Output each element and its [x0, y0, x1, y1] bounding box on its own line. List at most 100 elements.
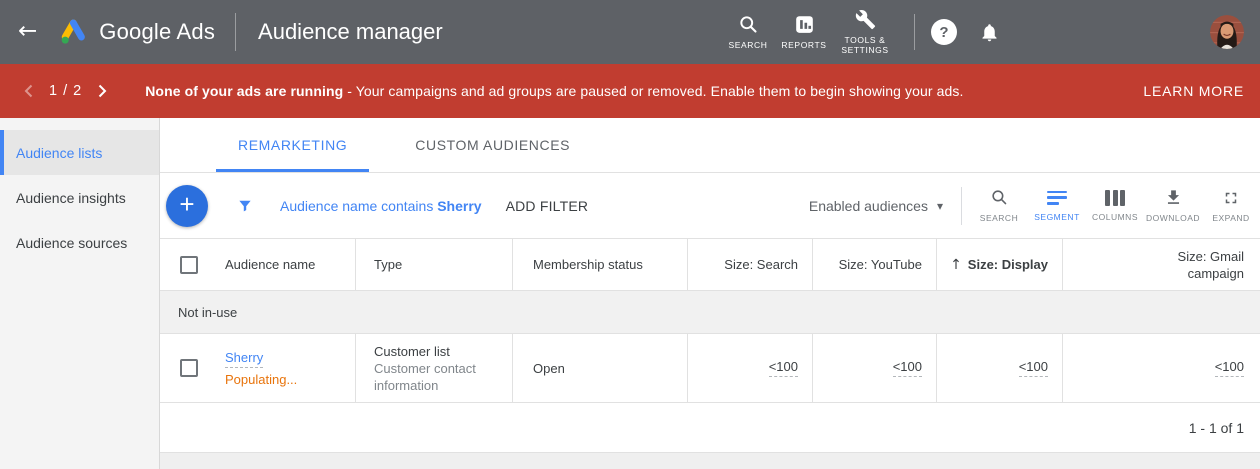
google-ads-logo-icon[interactable]: [57, 17, 89, 47]
column-header-size-search[interactable]: Size: Search: [688, 239, 813, 290]
page-background: [160, 453, 1260, 469]
columns-label: COLUMNS: [1092, 212, 1138, 222]
search-nav-button[interactable]: SEARCH: [720, 14, 776, 50]
main-panel: REMARKETING CUSTOM AUDIENCES + Audience …: [160, 118, 1260, 469]
pagination-label: 1 - 1 of 1: [1189, 420, 1244, 436]
toolbar-divider: [961, 187, 962, 225]
question-mark-icon: ?: [939, 24, 948, 41]
toolbar-right-group: Enabled audiences ▾ SEARCH SEGMENT: [809, 187, 1260, 225]
type-value: Customer list: [374, 343, 512, 360]
table-footer: 1 - 1 of 1: [160, 403, 1260, 453]
audience-view-value: Enabled audiences: [809, 198, 928, 214]
alert-message-body: - Your campaigns and ad groups are pause…: [343, 83, 963, 99]
search-icon: [990, 188, 1009, 207]
plus-icon: +: [179, 191, 194, 217]
back-arrow-icon[interactable]: ←: [18, 18, 49, 46]
column-label: Size: Gmail campaign: [1152, 248, 1244, 282]
columns-icon: [1105, 190, 1125, 206]
column-label: Membership status: [533, 257, 643, 272]
download-icon: [1164, 188, 1183, 207]
reports-nav-label: REPORTS: [781, 40, 826, 50]
select-all-checkbox[interactable]: [180, 256, 198, 274]
add-audience-button[interactable]: +: [166, 185, 208, 227]
cell-size-youtube: <100: [813, 334, 937, 402]
sidebar: Audience lists Audience insights Audienc…: [0, 118, 160, 469]
sidebar-item-label: Audience sources: [16, 235, 127, 251]
audience-name-link[interactable]: Sherry: [225, 350, 263, 368]
sidebar-item-audience-lists[interactable]: Audience lists: [0, 130, 159, 175]
google-ads-app: ← Google Ads Audience manager SEARCH: [0, 0, 1260, 469]
column-header-audience-name[interactable]: Audience name: [160, 239, 356, 290]
type-stack: Customer list Customer contact informati…: [374, 343, 512, 394]
column-label: Size: YouTube: [839, 257, 922, 272]
tab-custom-audiences[interactable]: CUSTOM AUDIENCES: [393, 118, 592, 172]
top-app-bar: ← Google Ads Audience manager SEARCH: [0, 0, 1260, 64]
expand-icon: [1222, 189, 1240, 207]
segment-label: SEGMENT: [1034, 212, 1080, 222]
sidebar-item-audience-sources[interactable]: Audience sources: [0, 220, 159, 265]
tab-bar: REMARKETING CUSTOM AUDIENCES: [160, 118, 1260, 173]
sidebar-item-label: Audience lists: [16, 145, 102, 161]
cell-type: Customer list Customer contact informati…: [356, 334, 513, 402]
notifications-bell-icon[interactable]: [979, 22, 1000, 43]
wrench-icon: [855, 9, 876, 30]
topbar-right: SEARCH REPORTS TOOLS & SETTINGS ?: [720, 0, 1260, 64]
reports-icon: [794, 14, 815, 35]
tools-settings-nav-label: TOOLS & SETTINGS: [836, 35, 894, 55]
size-search-value[interactable]: <100: [769, 359, 798, 377]
filter-funnel-icon: [236, 197, 254, 215]
column-header-size-display[interactable]: ↑ Size: Display: [937, 239, 1063, 290]
sort-ascending-icon: ↑: [950, 257, 962, 273]
audience-view-dropdown[interactable]: Enabled audiences ▾: [809, 198, 943, 214]
table-toolbar: + Audience name contains Sherry ADD FILT…: [160, 173, 1260, 239]
column-label: Type: [374, 257, 402, 272]
cell-size-search: <100: [688, 334, 813, 402]
content-region: Audience lists Audience insights Audienc…: [0, 118, 1260, 469]
expand-label: EXPAND: [1212, 213, 1249, 223]
size-youtube-value[interactable]: <100: [893, 359, 922, 377]
column-label: Audience name: [225, 257, 315, 272]
active-filter-chip[interactable]: Audience name contains Sherry: [280, 198, 482, 214]
type-subtext: Customer contact information: [374, 360, 512, 394]
download-button[interactable]: DOWNLOAD: [1144, 188, 1202, 223]
sidebar-item-label: Audience insights: [16, 190, 126, 206]
columns-button[interactable]: COLUMNS: [1086, 190, 1144, 222]
chevron-down-icon: ▾: [937, 199, 943, 213]
expand-button[interactable]: EXPAND: [1202, 189, 1260, 223]
help-button[interactable]: ?: [931, 19, 957, 45]
column-header-membership-status[interactable]: Membership status: [513, 239, 688, 290]
row-checkbox[interactable]: [180, 359, 198, 377]
group-row-label: Not in-use: [178, 305, 237, 320]
audience-name-stack: Sherry Populating...: [225, 350, 297, 387]
cell-membership-status: Open: [513, 334, 688, 402]
cell-audience-name: Sherry Populating...: [160, 334, 356, 402]
filter-chip-value: Sherry: [437, 198, 481, 214]
alert-message-title: None of your ads are running: [145, 83, 343, 99]
next-alert-chevron-icon[interactable]: [92, 78, 113, 104]
search-icon: [738, 14, 759, 35]
cell-size-display: <100: [937, 334, 1063, 402]
filter-chip-label: Audience name contains: [280, 198, 433, 214]
table-search-button[interactable]: SEARCH: [970, 188, 1028, 223]
sidebar-item-audience-insights[interactable]: Audience insights: [0, 175, 159, 220]
add-filter-button[interactable]: ADD FILTER: [506, 198, 589, 214]
column-header-size-youtube[interactable]: Size: YouTube: [813, 239, 937, 290]
size-gmail-value[interactable]: <100: [1215, 359, 1244, 377]
download-label: DOWNLOAD: [1146, 213, 1200, 223]
column-label: Size: Search: [724, 257, 798, 272]
product-name: Google Ads: [99, 19, 215, 45]
page-title: Audience manager: [258, 19, 443, 45]
segment-button[interactable]: SEGMENT: [1028, 190, 1086, 222]
previous-alert-chevron-icon[interactable]: [18, 78, 39, 104]
tab-remarketing[interactable]: REMARKETING: [216, 118, 369, 172]
account-avatar[interactable]: [1210, 15, 1244, 49]
learn-more-button[interactable]: LEARN MORE: [1143, 83, 1244, 99]
alert-pager: 1 / 2: [18, 78, 113, 104]
reports-nav-button[interactable]: REPORTS: [776, 14, 832, 50]
column-header-type[interactable]: Type: [356, 239, 513, 290]
tools-settings-nav-button[interactable]: TOOLS & SETTINGS: [832, 9, 898, 55]
column-header-size-gmail-campaign[interactable]: Size: Gmail campaign: [1063, 239, 1260, 290]
table-search-label: SEARCH: [980, 213, 1018, 223]
table-header: Audience name Type Membership status Siz…: [160, 239, 1260, 291]
size-display-value[interactable]: <100: [1019, 359, 1048, 377]
